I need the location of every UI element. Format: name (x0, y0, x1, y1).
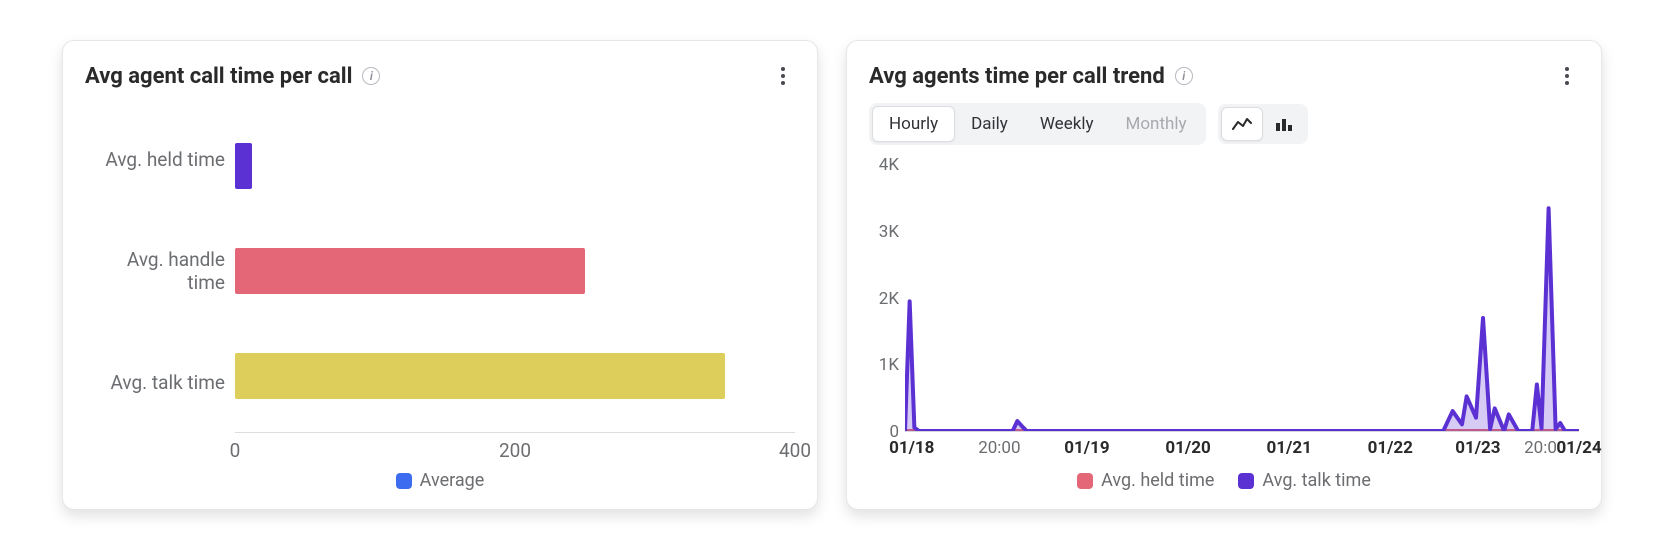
legend-swatch (1077, 473, 1093, 489)
y-tick: 4K (879, 155, 899, 175)
legend-item: Avg. held time (1077, 470, 1214, 491)
x-tick: 01/22 (1368, 438, 1413, 458)
x-tick: 200 (499, 439, 531, 462)
y-tick: 1K (879, 355, 899, 375)
line-x-axis: 01/1820:0001/1901/2001/2101/2201/2320:00… (905, 432, 1579, 462)
bar-held-time (235, 143, 252, 189)
controls-row: Hourly Daily Weekly Monthly (869, 103, 1579, 145)
card-avg-agents-time-trend: Avg agents time per call trend i Hourly … (846, 40, 1602, 510)
line-plot-area (905, 165, 1579, 432)
freq-weekly-button[interactable]: Weekly (1024, 106, 1110, 142)
y-tick: 2K (879, 289, 899, 309)
card-header: Avg agents time per call trend i (869, 59, 1579, 93)
legend-label: Average (420, 470, 485, 491)
bar-plot-area (235, 109, 795, 432)
legend-item: Avg. talk time (1238, 470, 1370, 491)
freq-daily-button[interactable]: Daily (955, 106, 1024, 142)
x-tick: 01/18 (889, 438, 934, 458)
x-tick: 01/19 (1064, 438, 1109, 458)
bar-x-axis: 0 200 400 (235, 432, 795, 462)
frequency-segment: Hourly Daily Weekly Monthly (869, 103, 1206, 145)
x-tick: 01/20 (1165, 438, 1210, 458)
card-avg-agent-call-time: Avg agent call time per call i Avg. held… (62, 40, 818, 510)
freq-monthly-button: Monthly (1110, 106, 1203, 142)
info-icon[interactable]: i (362, 67, 380, 85)
bar-category-label: Avg. handle time (85, 248, 225, 294)
bar-handle-time (235, 248, 585, 294)
card-title: Avg agent call time per call (85, 64, 352, 89)
line-chart: 01K2K3K4K 01/1820:0001/1901/2001/2101/22… (869, 165, 1579, 491)
kebab-menu-icon[interactable] (771, 64, 795, 88)
y-tick: 3K (879, 222, 899, 242)
legend-label: Avg. held time (1101, 470, 1214, 491)
card-title: Avg agents time per call trend (869, 64, 1165, 89)
bar-legend: Average (85, 462, 795, 491)
freq-hourly-button[interactable]: Hourly (872, 106, 955, 142)
charttype-segment (1218, 104, 1308, 144)
x-tick: 01/24 (1556, 438, 1601, 458)
line-legend: Avg. held time Avg. talk time (869, 462, 1579, 491)
line-chart-icon (1232, 116, 1252, 132)
legend-swatch (396, 473, 412, 489)
card-header: Avg agent call time per call i (85, 59, 795, 93)
x-tick: 20:00 (978, 438, 1020, 458)
bar-talk-time (235, 353, 725, 399)
legend-swatch (1238, 473, 1254, 489)
kebab-menu-icon[interactable] (1555, 64, 1579, 88)
charttype-line-button[interactable] (1221, 107, 1263, 141)
bar-chart: Avg. held time Avg. handle time Avg. tal… (85, 109, 795, 491)
bar-category-label: Avg. held time (85, 148, 225, 171)
x-tick: 400 (779, 439, 811, 462)
info-icon[interactable]: i (1175, 67, 1193, 85)
x-tick: 0 (230, 439, 241, 462)
x-tick: 01/23 (1455, 438, 1500, 458)
legend-item: Average (396, 470, 485, 491)
legend-label: Avg. talk time (1262, 470, 1370, 491)
bar-category-label: Avg. talk time (85, 371, 225, 394)
x-tick: 01/21 (1267, 438, 1312, 458)
bar-chart-icon (1274, 116, 1294, 132)
charttype-bar-button[interactable] (1263, 107, 1305, 141)
line-y-axis: 01K2K3K4K (869, 165, 905, 432)
